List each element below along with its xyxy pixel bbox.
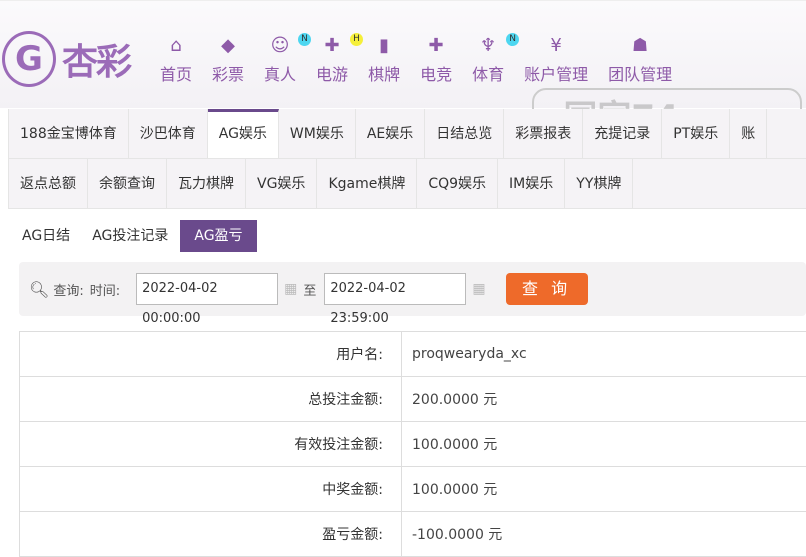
subtab-2[interactable]: AG盈亏 bbox=[180, 220, 257, 252]
nav-label: 账户管理 bbox=[524, 65, 589, 84]
tab-tabs_row1-6[interactable]: 彩票报表 bbox=[504, 109, 584, 158]
row-value: 200.0000 元 bbox=[401, 376, 806, 422]
tab-tabs_row2-2[interactable]: 瓦力棋牌 bbox=[167, 159, 246, 208]
nav-label: 电竞 bbox=[420, 65, 453, 84]
tab-tabs_row1-3[interactable]: WM娱乐 bbox=[279, 109, 356, 158]
yen-icon: ¥ bbox=[550, 35, 562, 56]
tab-tabs_row1-4[interactable]: AE娱乐 bbox=[356, 109, 426, 158]
tab-tabs_row2-1[interactable]: 余额查询 bbox=[88, 159, 167, 208]
end-time-input[interactable]: 2022-04-02 23:59:00 bbox=[324, 273, 467, 326]
nav-item-1[interactable]: ◆ 彩票 bbox=[212, 35, 244, 85]
tab-row-2: 返点总额 余额查询 瓦力棋牌 VG娱乐 Kgame棋牌 CQ9娱乐 IM娱乐 YY棋牌 bbox=[9, 159, 806, 209]
table-row: 中奖金额: 100.0000 元 bbox=[19, 466, 806, 512]
nav-label: 电游 bbox=[316, 65, 349, 84]
gamepad-icon: ✚ bbox=[324, 35, 340, 56]
tab-tabs_row1-8[interactable]: PT娱乐 bbox=[662, 109, 731, 158]
tab-tabs_row2-3[interactable]: VG娱乐 bbox=[246, 159, 318, 208]
tab-tabs_row2-5[interactable]: CQ9娱乐 bbox=[417, 159, 499, 208]
trophy-icon: ♆ bbox=[480, 35, 497, 56]
tab-tabs_row2-0[interactable]: 返点总额 bbox=[9, 159, 88, 208]
row-label: 用户名: bbox=[19, 331, 402, 377]
row-value: -100.0000 元 bbox=[401, 511, 806, 557]
logo-icon: G bbox=[2, 31, 56, 87]
tab-tabs_row1-2[interactable]: AG娱乐 bbox=[207, 109, 279, 158]
nav-item-0[interactable]: ⌂ 首页 bbox=[160, 35, 192, 85]
badge-h: H bbox=[350, 33, 364, 46]
nav-label: 棋牌 bbox=[368, 65, 401, 84]
subtab-1[interactable]: AG投注记录 bbox=[82, 220, 178, 252]
nav-item-2[interactable]: ☺ N 真人 bbox=[264, 33, 312, 85]
time-label: 时间: bbox=[89, 283, 121, 299]
nav-item-3[interactable]: ✚ H 电游 bbox=[316, 33, 364, 85]
table-row: 有效投注金额: 100.0000 元 bbox=[19, 421, 806, 467]
nav-label: 真人 bbox=[264, 65, 297, 84]
logo-text: 杏彩 bbox=[62, 42, 132, 83]
query-button[interactable]: 查 询 bbox=[505, 273, 588, 305]
to-label: 至 bbox=[303, 283, 317, 299]
row-value: 100.0000 元 bbox=[401, 466, 806, 512]
table-row: 盈亏金额: -100.0000 元 bbox=[19, 511, 806, 557]
row-label: 盈亏金额: bbox=[19, 511, 402, 557]
tab-tabs_row1-1[interactable]: 沙巴体育 bbox=[129, 109, 208, 158]
row-value: 100.0000 元 bbox=[401, 421, 806, 467]
subtab-0[interactable]: AG日结 bbox=[12, 220, 80, 252]
main-nav: ⌂ 首页 ◆ 彩票 ☺ N 真人 ✚ H 电游 ▮ 棋牌 ✚ 电竞 ♆ N 体育 ¥ 账户管理 ☗ 团队管理 bbox=[160, 33, 692, 85]
esports-icon: ✚ bbox=[428, 35, 444, 56]
team-icon: ☗ bbox=[632, 35, 649, 56]
nav-item-6[interactable]: ♆ N 体育 bbox=[472, 33, 520, 85]
nav-item-5[interactable]: ✚ 电竞 bbox=[420, 35, 452, 85]
ticket-icon: ◆ bbox=[221, 35, 235, 56]
tab-row-1: 188金宝博体育 沙巴体育 AG娱乐 WM娱乐 AE娱乐 日结总览 彩票报表 充提记录 PT娱乐… bbox=[9, 109, 806, 159]
tab-tabs_row1-0[interactable]: 188金宝博体育 bbox=[9, 109, 129, 158]
nav-label: 团队管理 bbox=[608, 65, 673, 84]
nav-label: 彩票 bbox=[212, 65, 245, 84]
logo[interactable]: G 杏彩 bbox=[2, 31, 132, 87]
row-label: 中奖金额: bbox=[19, 466, 402, 512]
query-bar: 🔍︎ 查询: 时间: 2022-04-02 00:00:00 ▦ 至 2022-… bbox=[19, 262, 806, 326]
row-label: 有效投注金额: bbox=[19, 421, 402, 467]
nav-label: 体育 bbox=[472, 65, 505, 84]
tab-tabs_row1-9[interactable]: 账 bbox=[730, 109, 768, 158]
row-value: proqwearyda_xc bbox=[401, 331, 806, 377]
nav-item-8[interactable]: ☗ 团队管理 bbox=[608, 35, 672, 85]
table-row: 用户名: proqwearyda_xc bbox=[19, 331, 806, 377]
live-dealer-icon: ☺ bbox=[270, 35, 290, 56]
tab-tabs_row2-6[interactable]: IM娱乐 bbox=[498, 159, 566, 208]
calendar-icon[interactable]: ▦ bbox=[284, 281, 297, 297]
tab-tabs_row2-4[interactable]: Kgame棋牌 bbox=[317, 159, 418, 208]
search-icon: 🔍︎ bbox=[29, 279, 50, 299]
row-label: 总投注金额: bbox=[19, 376, 402, 422]
badge-n: N bbox=[506, 33, 520, 46]
cards-icon: ▮ bbox=[379, 35, 390, 56]
query-label: 查询: bbox=[53, 283, 84, 299]
calendar-icon[interactable]: ▦ bbox=[472, 281, 485, 297]
nav-item-4[interactable]: ▮ 棋牌 bbox=[368, 35, 400, 85]
result-table: 用户名: proqwearyda_xc 总投注金额: 200.0000 元有效投注金额… bbox=[19, 331, 806, 557]
badge-n: N bbox=[298, 33, 312, 46]
report-tabs: 188金宝博体育 沙巴体育 AG娱乐 WM娱乐 AE娱乐 日结总览 彩票报表 充提记录 PT娱乐… bbox=[8, 109, 806, 209]
tab-tabs_row1-5[interactable]: 日结总览 bbox=[425, 109, 505, 158]
table-row: 总投注金额: 200.0000 元 bbox=[19, 376, 806, 422]
sub-tabs: AG日结 AG投注记录 AG盈亏 bbox=[12, 220, 259, 252]
nav-label: 首页 bbox=[160, 65, 193, 84]
start-time-input[interactable]: 2022-04-02 00:00:00 bbox=[136, 273, 279, 326]
tab-tabs_row1-7[interactable]: 充提记录 bbox=[583, 109, 663, 158]
tab-tabs_row2-7[interactable]: YY棋牌 bbox=[565, 159, 634, 208]
nav-item-7[interactable]: ¥ 账户管理 bbox=[524, 35, 588, 85]
home-icon: ⌂ bbox=[170, 35, 182, 56]
